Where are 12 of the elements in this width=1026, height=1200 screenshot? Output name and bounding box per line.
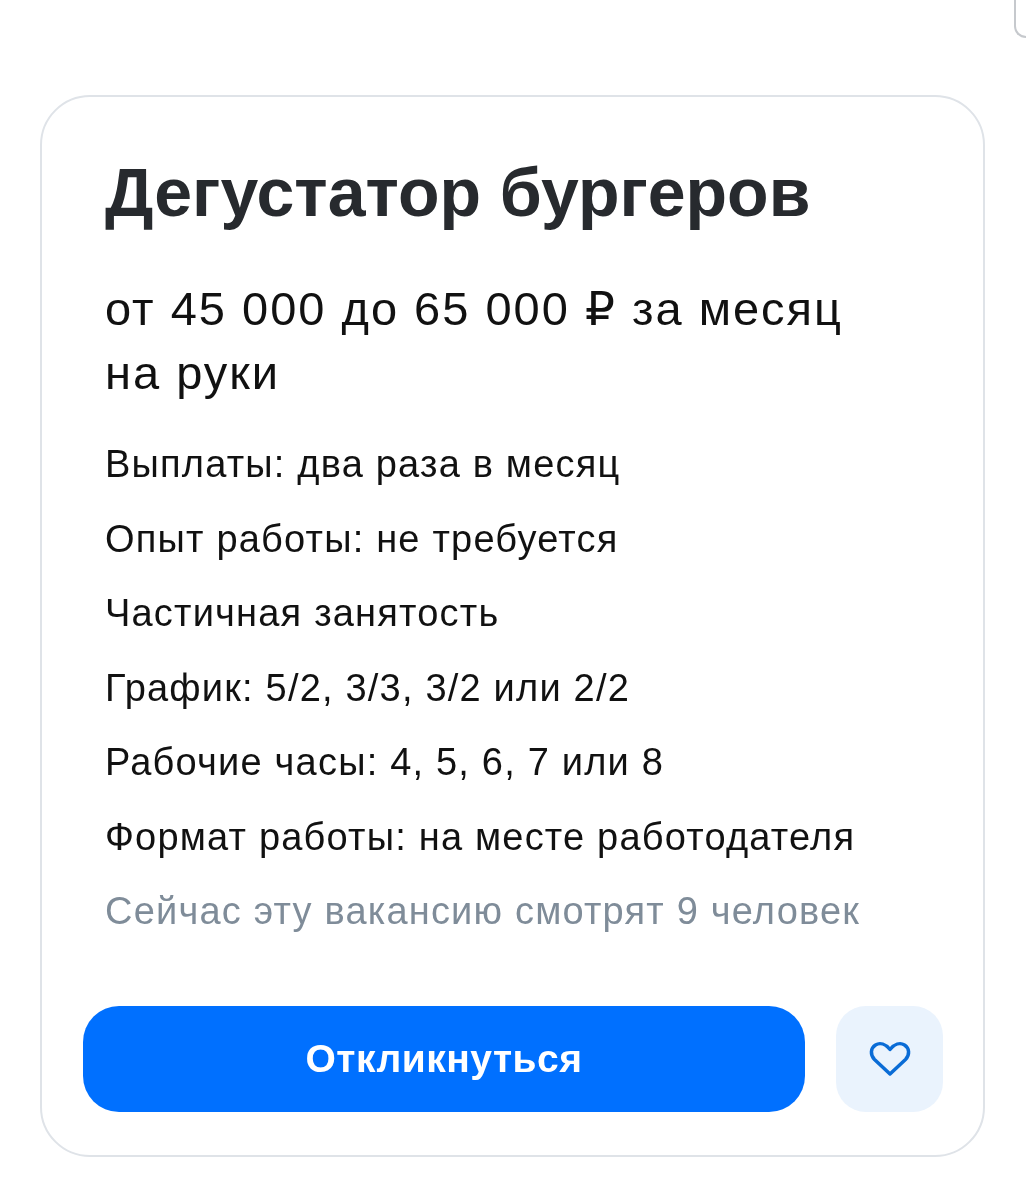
salary-text: от 45 000 до 65 000 ₽ за месяц на руки [105, 281, 844, 401]
apply-button[interactable]: Откликнуться [83, 1005, 805, 1112]
vacancy-detail: Частичная занятость [105, 591, 500, 636]
favorite-button[interactable] [836, 1005, 943, 1112]
vacancy-title: Дегустатор бургеров [105, 153, 811, 232]
vacancy-detail: Формат работы: на месте работодателя [105, 814, 856, 860]
vacancy-detail: Рабочие часы: 4, 5, 6, 7 или 8 [105, 740, 665, 785]
vacancy-detail: График: 5/2, 3/3, 3/2 или 2/2 [105, 665, 630, 711]
vacancy-detail: Опыт работы: не требуется [105, 516, 619, 562]
viewers-count-text: Сейчас эту вакансию смотрят 9 человек [105, 889, 861, 934]
cut-off-outline [1014, 0, 1026, 38]
vacancy-detail: Выплаты: два раза в месяц [105, 442, 621, 487]
